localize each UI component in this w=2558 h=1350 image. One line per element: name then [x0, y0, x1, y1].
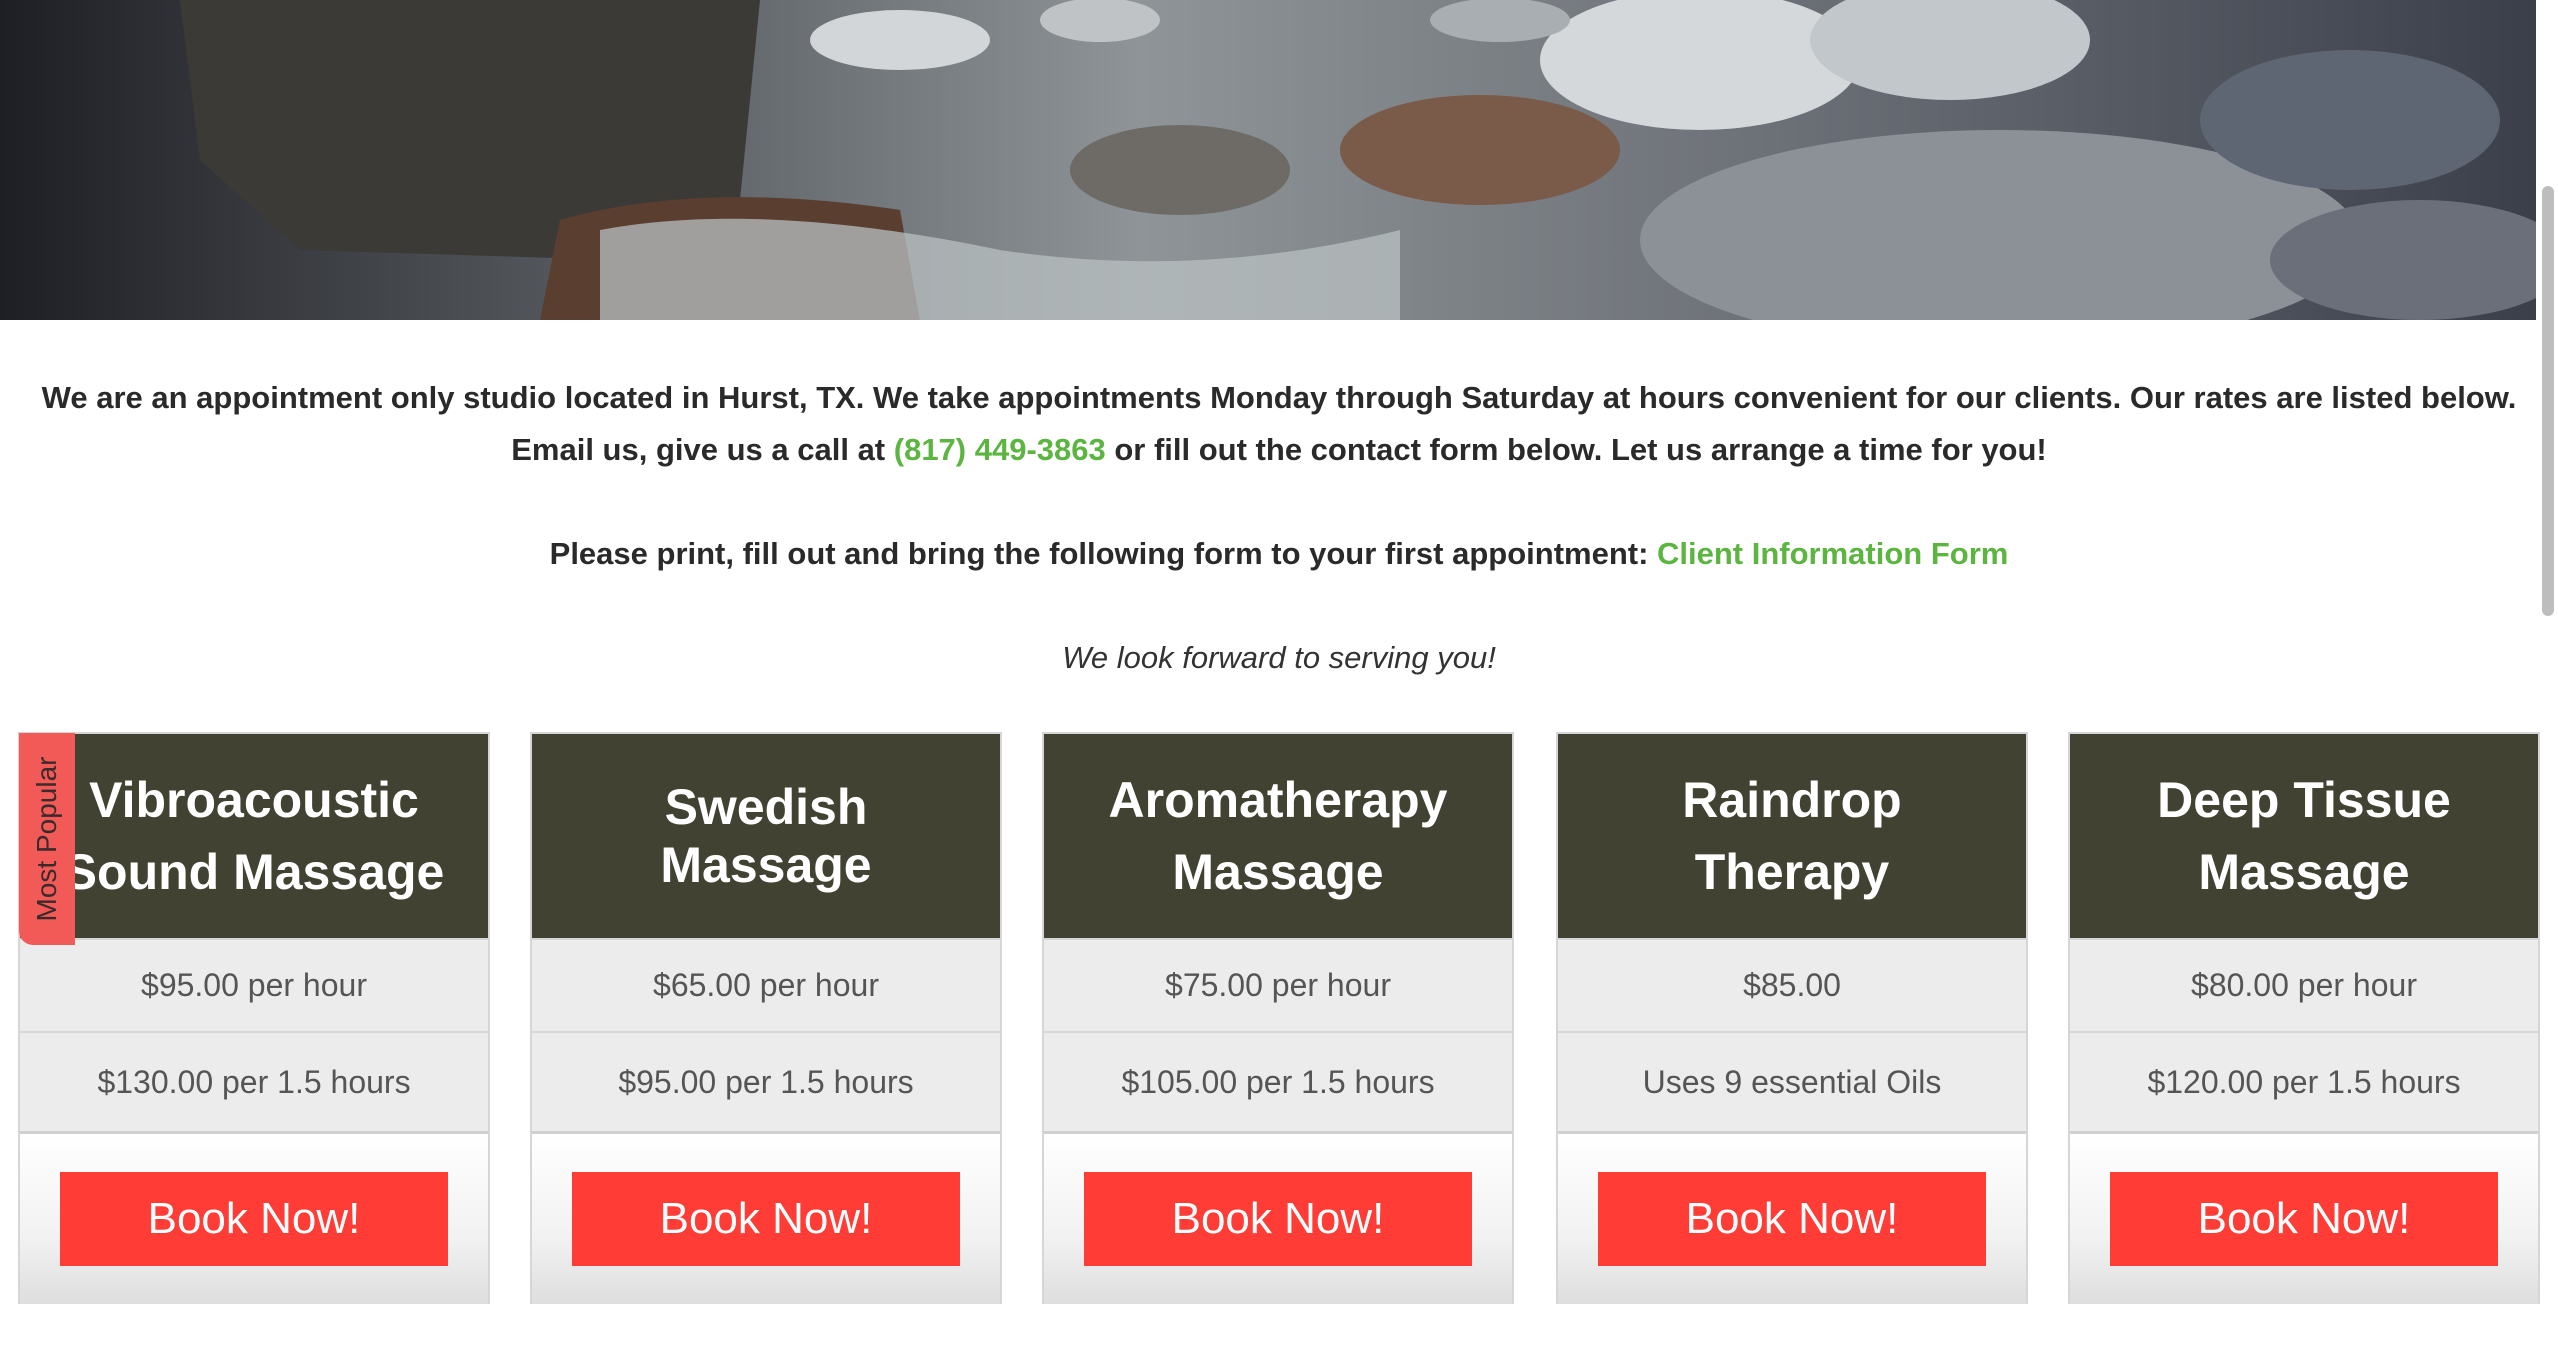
most-popular-ribbon: Most Popular	[19, 733, 75, 945]
card-title: Aromatherapy Massage	[1108, 772, 1448, 900]
card-title: Swedish Massage	[660, 779, 872, 893]
card-header: Swedish Massage	[532, 734, 1000, 938]
price-row: Uses 9 essential Oils	[1558, 1031, 2026, 1131]
client-information-form-link[interactable]: Client Information Form	[1657, 536, 2008, 571]
card-footer: Book Now!	[2070, 1131, 2538, 1304]
card-footer: Book Now!	[20, 1131, 488, 1304]
pricing-card-raindrop: Raindrop Therapy $85.00 Uses 9 essential…	[1556, 732, 2028, 1304]
hero-banner-image	[0, 0, 2536, 320]
intro-section: We are an appointment only studio locate…	[0, 372, 2558, 684]
price-row: $95.00 per hour	[20, 938, 488, 1031]
book-now-button[interactable]: Book Now!	[1598, 1172, 1986, 1266]
card-title: Vibroacoustic Sound Massage	[63, 772, 445, 900]
pricing-cards: Vibroacoustic Sound Massage $95.00 per h…	[18, 732, 2540, 1304]
price-row: $65.00 per hour	[532, 938, 1000, 1031]
price-row: $85.00	[1558, 938, 2026, 1031]
form-instruction: Please print, fill out and bring the fol…	[0, 528, 2558, 580]
price-row: $80.00 per hour	[2070, 938, 2538, 1031]
book-now-button[interactable]: Book Now!	[572, 1172, 960, 1266]
card-header: Raindrop Therapy	[1558, 734, 2026, 938]
price-row: $75.00 per hour	[1044, 938, 1512, 1031]
card-title: Raindrop Therapy	[1682, 772, 1902, 900]
price-row: $120.00 per 1.5 hours	[2070, 1031, 2538, 1131]
form-instruction-text: Please print, fill out and bring the fol…	[549, 536, 1658, 571]
card-footer: Book Now!	[1044, 1131, 1512, 1304]
card-footer: Book Now!	[532, 1131, 1000, 1304]
pricing-card-swedish: Swedish Massage $65.00 per hour $95.00 p…	[530, 732, 1002, 1304]
card-header: Deep Tissue Massage	[2070, 734, 2538, 938]
intro-text-line2: Email us, give us a call at (817) 449-38…	[0, 424, 2558, 476]
closing-text: We look forward to serving you!	[1062, 640, 1496, 675]
pricing-card-deep-tissue: Deep Tissue Massage $80.00 per hour $120…	[2068, 732, 2540, 1304]
price-row: $95.00 per 1.5 hours	[532, 1031, 1000, 1131]
pricing-card-aromatherapy: Aromatherapy Massage $75.00 per hour $10…	[1042, 732, 1514, 1304]
intro-text-line1: We are an appointment only studio locate…	[41, 380, 2517, 415]
intro-line2-suffix: or fill out the contact form below. Let …	[1105, 432, 2047, 467]
card-header: Vibroacoustic Sound Massage	[20, 734, 488, 938]
price-row: $130.00 per 1.5 hours	[20, 1031, 488, 1131]
book-now-button[interactable]: Book Now!	[60, 1172, 448, 1266]
card-header: Aromatherapy Massage	[1044, 734, 1512, 938]
intro-line2-prefix: Email us, give us a call at	[511, 432, 894, 467]
pricing-card-vibroacoustic: Vibroacoustic Sound Massage $95.00 per h…	[18, 732, 490, 1304]
card-title: Deep Tissue Massage	[2157, 772, 2451, 900]
rocky-stream-illustration	[0, 0, 2536, 320]
book-now-button[interactable]: Book Now!	[2110, 1172, 2498, 1266]
card-footer: Book Now!	[1558, 1131, 2026, 1304]
phone-link[interactable]: (817) 449-3863	[894, 432, 1106, 467]
book-now-button[interactable]: Book Now!	[1084, 1172, 1472, 1266]
ribbon-label: Most Popular	[31, 756, 62, 922]
price-row: $105.00 per 1.5 hours	[1044, 1031, 1512, 1131]
